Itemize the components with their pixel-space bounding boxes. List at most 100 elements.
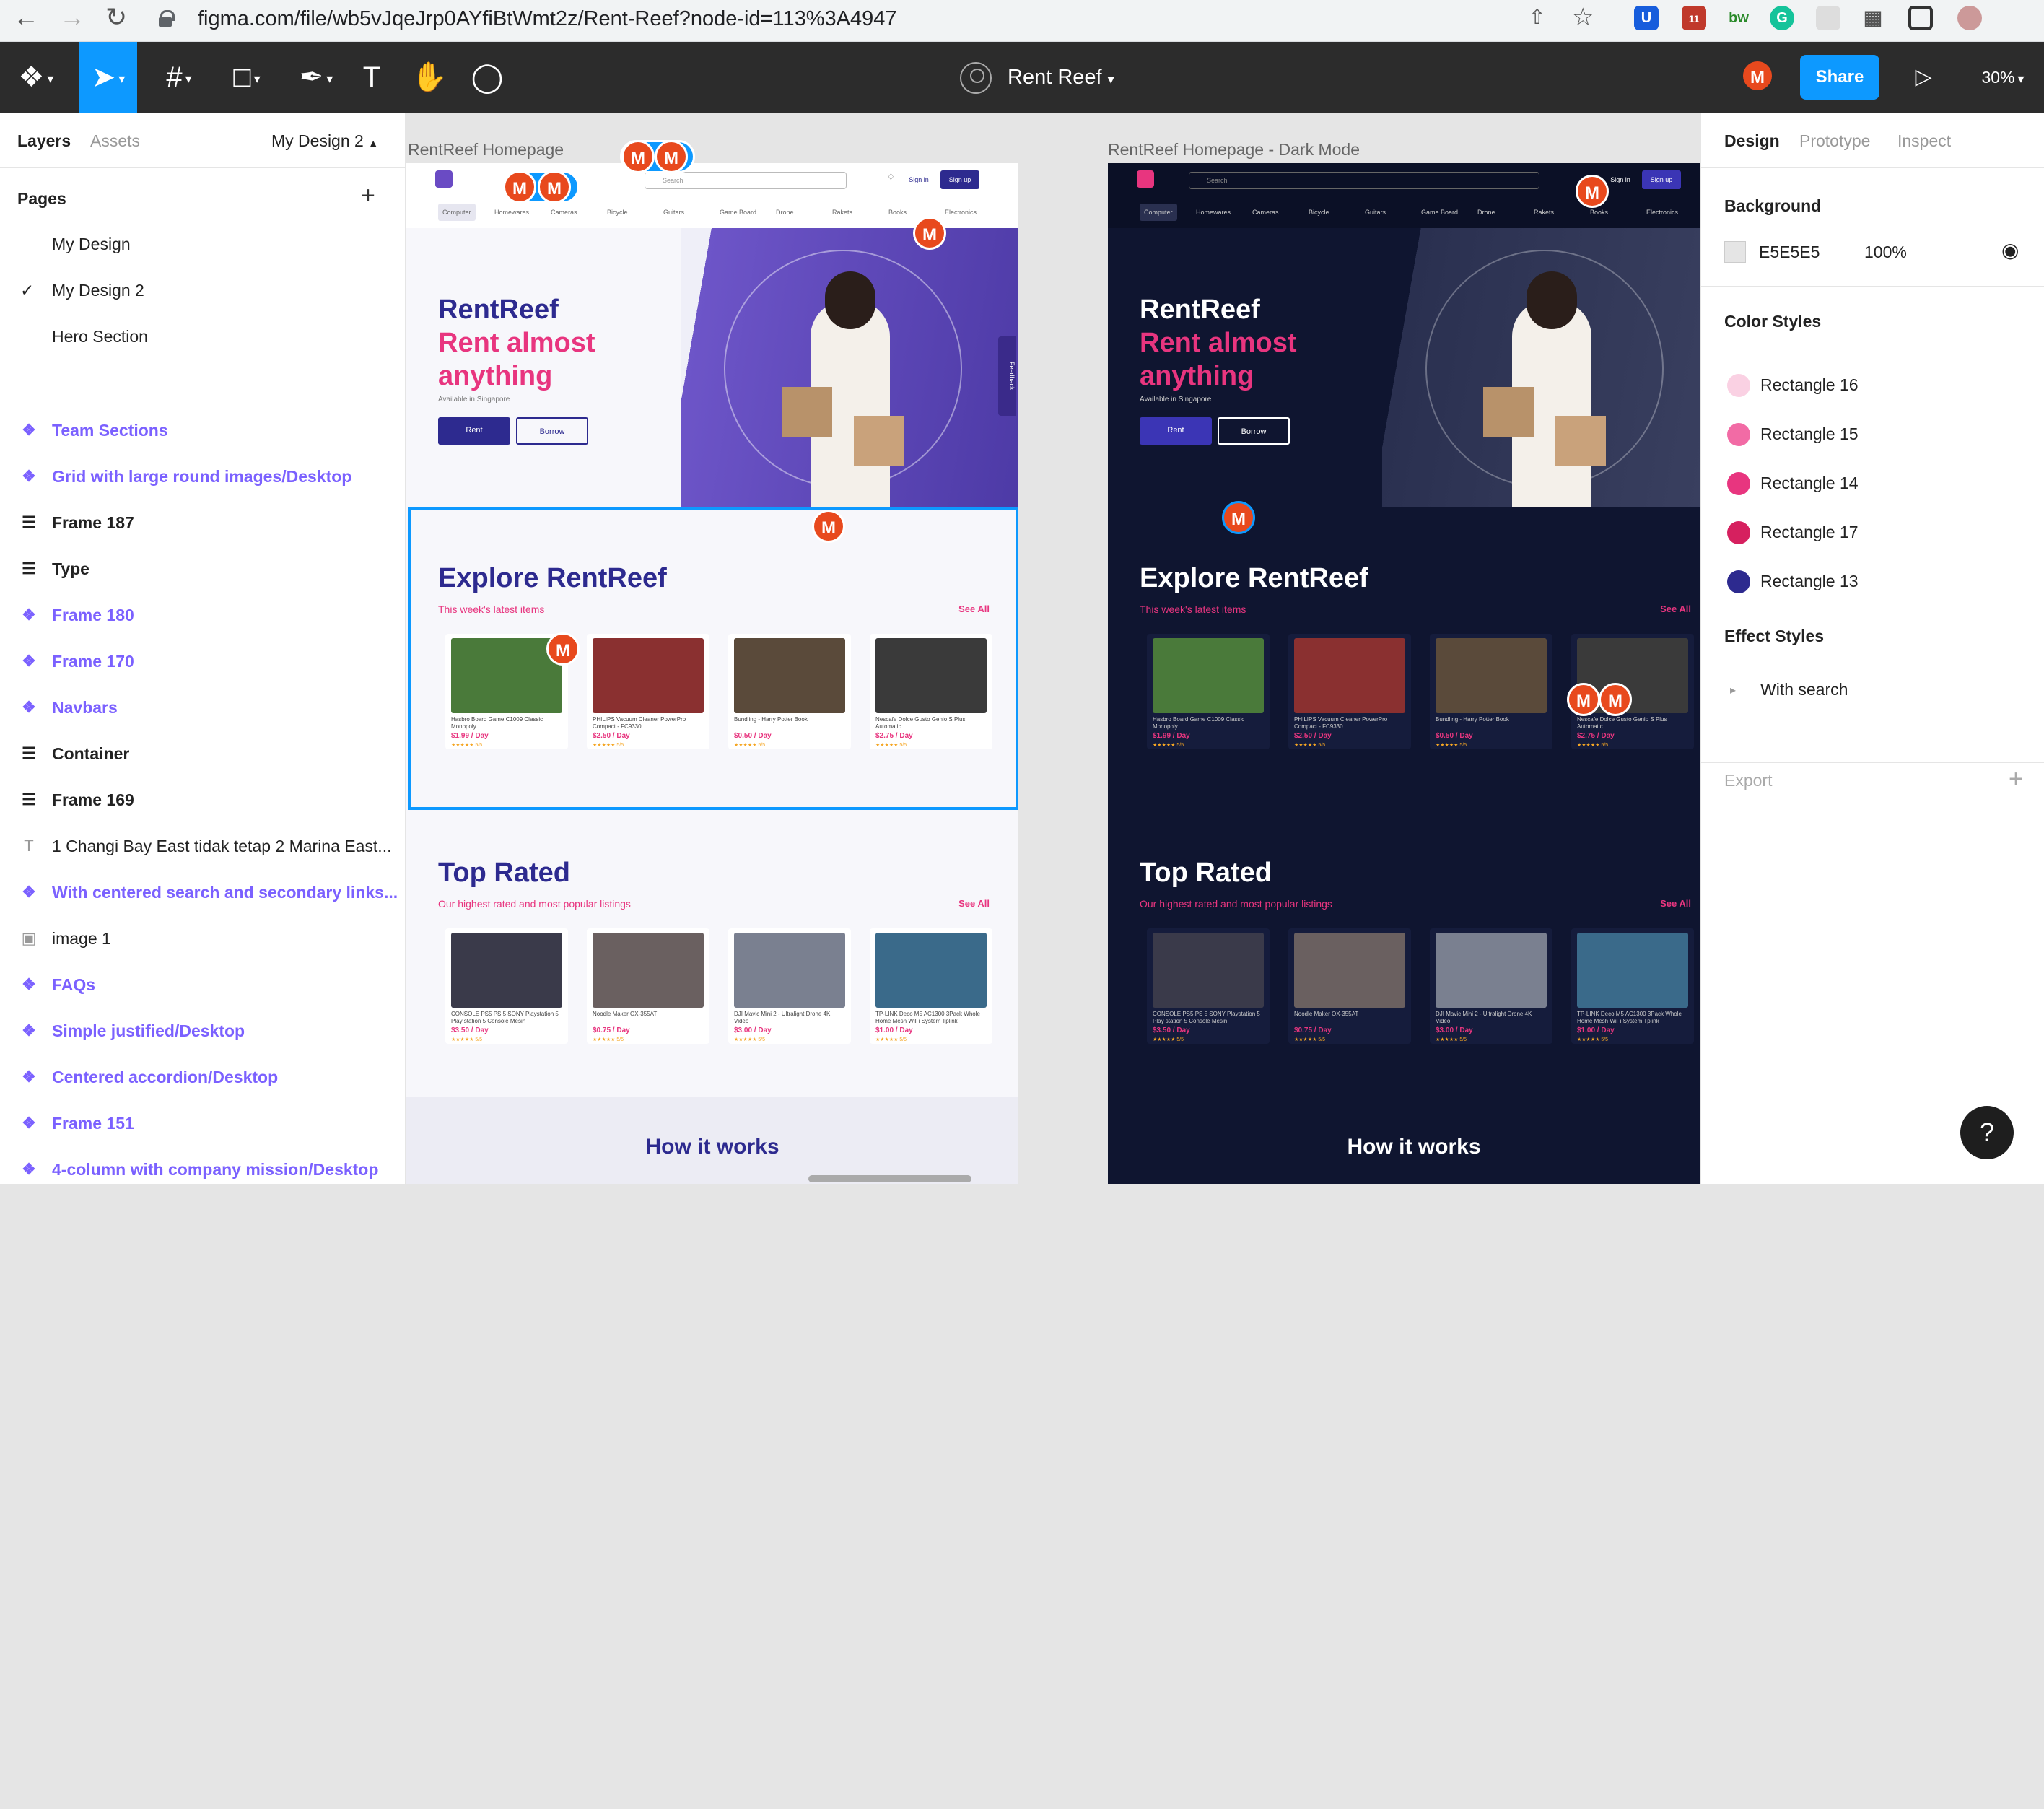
share-page-icon[interactable]: ⇧ (1529, 3, 1545, 32)
color-style-item[interactable]: Rectangle 16 (1760, 375, 1859, 395)
layer-item[interactable]: ❖ Grid with large round images/Desktop (0, 453, 406, 500)
product-card[interactable]: PHILIPS Vacuum Cleaner PowerPro Compact … (1288, 634, 1411, 749)
color-style-item[interactable]: Rectangle 17 (1760, 523, 1859, 542)
extension-grid-icon[interactable] (1816, 6, 1840, 30)
product-card[interactable]: TP-LINK Deco M5 AC1300 3Pack Whole Home … (870, 928, 992, 1044)
extension-bw-icon[interactable]: bw (1726, 6, 1751, 30)
bell-icon[interactable]: ♢ (887, 172, 895, 182)
category-link[interactable]: Computer (438, 204, 476, 221)
feedback-tab[interactable]: Feedback (998, 336, 1016, 416)
share-button[interactable]: Share (1800, 55, 1879, 100)
tab-prototype[interactable]: Prototype (1799, 131, 1870, 151)
frame-tool-icon[interactable]: # ▾ (150, 42, 208, 113)
page-item[interactable]: My Design (0, 221, 406, 267)
category-link[interactable]: Computer (1140, 204, 1177, 221)
category-link[interactable]: Cameras (1252, 204, 1279, 221)
category-link[interactable]: Cameras (551, 204, 577, 221)
product-card[interactable]: Hasbro Board Game C1009 Classic Monopoly… (1147, 634, 1270, 749)
borrow-button[interactable]: Borrow (516, 417, 588, 445)
page-selector[interactable]: My Design 2 ▲ (271, 131, 378, 151)
product-card[interactable]: DJI Mavic Mini 2 - Ultralight Drone 4K V… (728, 928, 851, 1044)
add-page-icon[interactable]: + (361, 182, 375, 210)
layer-item[interactable]: ❖ FAQs (0, 962, 406, 1008)
frame-label-light[interactable]: RentReef Homepage (408, 140, 564, 160)
product-card[interactable]: DJI Mavic Mini 2 - Ultralight Drone 4K V… (1430, 928, 1552, 1044)
explore-see-all-link[interactable]: See All (1660, 603, 1691, 614)
category-link[interactable]: Guitars (1365, 204, 1386, 221)
category-link[interactable]: Books (888, 204, 907, 221)
layer-item[interactable]: ❖ Simple justified/Desktop (0, 1008, 406, 1054)
frame-label-dark[interactable]: RentReef Homepage - Dark Mode (1108, 140, 1360, 160)
tab-assets[interactable]: Assets (90, 131, 140, 151)
layer-item[interactable]: ❖ Centered accordion/Desktop (0, 1054, 406, 1100)
borrow-button[interactable]: Borrow (1218, 417, 1290, 445)
product-card[interactable]: CONSOLE PS5 PS 5 SONY Playstation 5 Play… (1147, 928, 1270, 1044)
rent-button[interactable]: Rent (438, 417, 510, 445)
tab-layers[interactable]: Layers (17, 131, 71, 151)
site-search-input[interactable]: Search (645, 172, 847, 189)
pen-tool-icon[interactable]: ✒ ▾ (287, 42, 345, 113)
tab-design[interactable]: Design (1724, 131, 1780, 151)
category-link[interactable]: Drone (1477, 204, 1495, 221)
color-style-item[interactable]: Rectangle 15 (1760, 424, 1859, 444)
figma-menu-icon[interactable]: ❖ ▾ (7, 42, 65, 113)
layer-item[interactable]: ❖ Navbars (0, 684, 406, 731)
document-title[interactable]: Rent Reef ▾ (960, 42, 1114, 113)
canvas[interactable]: RentReef Homepage RentReef Homepage - Da… (406, 113, 1700, 1184)
layer-item[interactable]: ▣ image 1 (0, 915, 406, 962)
help-button[interactable]: ? (1960, 1106, 2014, 1159)
category-link[interactable]: Homewares (1196, 204, 1231, 221)
category-link[interactable]: Game Board (1421, 204, 1458, 221)
add-export-icon[interactable]: + (2009, 765, 2023, 793)
page-item[interactable]: Hero Section (0, 313, 406, 359)
layer-item[interactable]: T 1 Changi Bay East tidak tetap 2 Marina … (0, 823, 406, 869)
site-search-input[interactable]: Search (1189, 172, 1539, 189)
move-tool-icon[interactable]: ➤ ▾ (79, 42, 137, 113)
puzzle-icon[interactable]: ▦ (1861, 6, 1885, 30)
present-play-icon[interactable]: ▷ (1905, 42, 1942, 113)
back-icon[interactable]: ← (13, 3, 39, 32)
text-tool-icon[interactable]: T (354, 42, 390, 113)
bookmark-star-icon[interactable]: ☆ (1572, 3, 1594, 32)
effect-style-item[interactable]: With search (1760, 680, 1848, 699)
rent-button[interactable]: Rent (1140, 417, 1212, 445)
background-hex-input[interactable]: E5E5E5 (1759, 243, 1820, 262)
sign-in-button[interactable]: Sign in (1604, 170, 1636, 189)
extension-red-icon[interactable]: 11 (1682, 6, 1706, 30)
category-link[interactable]: Game Board (720, 204, 756, 221)
address-bar[interactable]: figma.com/file/wb5vJqeJrp0AYfiBtWmt2z/Re… (150, 4, 1622, 33)
top-rated-see-all-link[interactable]: See All (1660, 898, 1691, 909)
sign-up-button[interactable]: Sign up (1642, 170, 1681, 189)
category-link[interactable]: Rakets (832, 204, 852, 221)
layer-item[interactable]: ❖ Frame 180 (0, 592, 406, 638)
product-card[interactable]: Bundling - Harry Potter Book $0.50 / Day ★… (1430, 634, 1552, 749)
bitwarden-icon[interactable]: U (1634, 6, 1659, 30)
category-link[interactable]: Homewares (494, 204, 529, 221)
reload-icon[interactable]: ↻ (105, 3, 127, 32)
grammarly-icon[interactable]: G (1770, 6, 1794, 30)
layer-item[interactable]: ❖ Frame 170 (0, 638, 406, 684)
category-link[interactable]: Electronics (945, 204, 977, 221)
layer-item[interactable]: ❖ With centered search and secondary link… (0, 869, 406, 915)
zoom-dropdown[interactable]: 30% ▾ (1970, 42, 2035, 113)
category-link[interactable]: Guitars (663, 204, 684, 221)
profile-avatar[interactable] (1957, 6, 1982, 30)
category-link[interactable]: Electronics (1646, 204, 1678, 221)
layer-item[interactable]: ❖ 4-column with company mission/Desktop (0, 1146, 406, 1193)
product-card[interactable]: Noodle Maker OX-355AT $0.75 / Day ★★★★★ 5/… (587, 928, 709, 1044)
layer-item[interactable]: ❖ Team Sections (0, 407, 406, 453)
background-swatch[interactable] (1724, 241, 1746, 263)
user-avatar[interactable]: M (1741, 59, 1774, 92)
shape-tool-icon[interactable]: □ ▾ (218, 42, 276, 113)
page-item-selected[interactable]: ✓ My Design 2 (0, 267, 406, 313)
frame-dark-homepage[interactable]: Search Sign in Sign up Computer Homewares… (1108, 163, 1700, 1184)
sign-up-button[interactable]: Sign up (940, 170, 979, 189)
eye-icon[interactable]: ◉ (2001, 238, 2019, 262)
product-card[interactable]: Noodle Maker OX-355AT $0.75 / Day ★★★★★ 5/… (1288, 928, 1411, 1044)
product-card[interactable]: CONSOLE PS5 PS 5 SONY Playstation 5 Play… (445, 928, 568, 1044)
color-style-item[interactable]: Rectangle 14 (1760, 474, 1859, 493)
comment-tool-icon[interactable]: ◯ (469, 42, 505, 113)
category-link[interactable]: Rakets (1534, 204, 1554, 221)
forward-icon[interactable]: → (59, 3, 85, 32)
product-card[interactable]: TP-LINK Deco M5 AC1300 3Pack Whole Home … (1571, 928, 1694, 1044)
